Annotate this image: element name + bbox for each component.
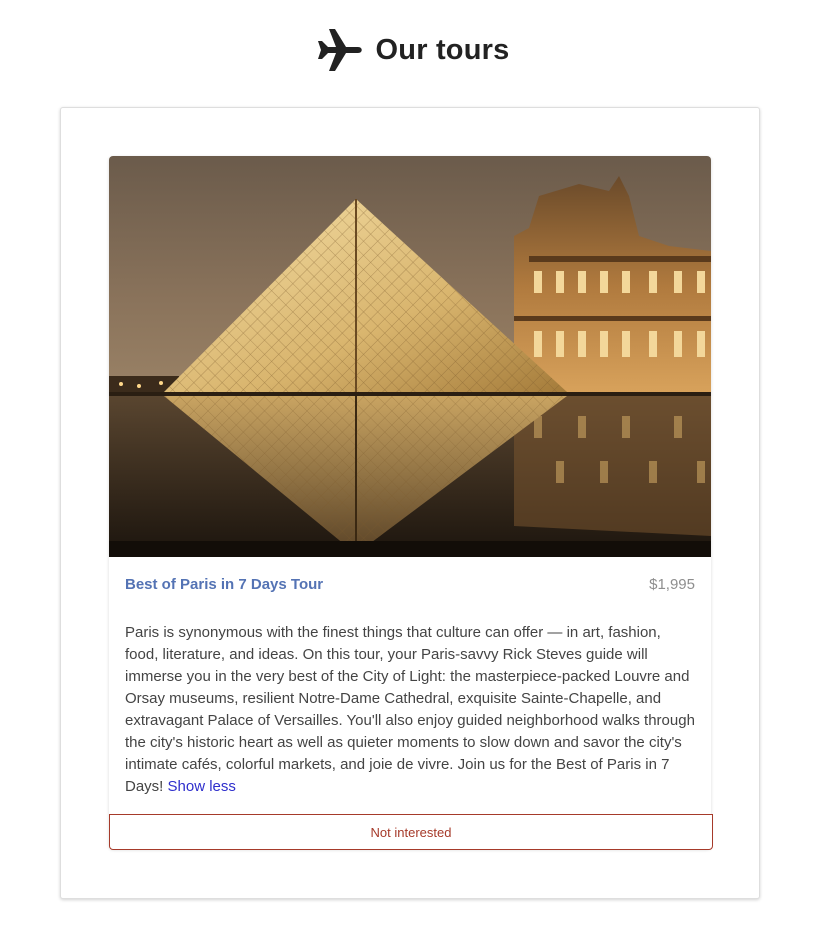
- tour-description: Paris is synonymous with the finest thin…: [125, 622, 697, 798]
- page: Our tours Best of Paris in 7 Days Tour $…: [0, 0, 825, 926]
- show-less-button[interactable]: Show less: [168, 776, 236, 798]
- not-interested-button[interactable]: Not interested: [109, 814, 713, 850]
- tour-info: Best of Paris in 7 Days Tour $1,995: [125, 576, 695, 593]
- tour-price: $1,995: [649, 576, 695, 593]
- tours-container: Best of Paris in 7 Days Tour $1,995 Pari…: [60, 107, 760, 899]
- page-title: Our tours: [375, 33, 510, 66]
- tour-card: Best of Paris in 7 Days Tour $1,995 Pari…: [109, 156, 713, 850]
- airplane-icon: [317, 29, 362, 71]
- tour-image: [109, 156, 711, 557]
- tour-description-text: Paris is synonymous with the finest thin…: [125, 624, 695, 795]
- louvre-pyramid-photo: [109, 156, 711, 557]
- tour-name: Best of Paris in 7 Days Tour: [125, 576, 324, 593]
- page-header: Our tours: [0, 28, 825, 72]
